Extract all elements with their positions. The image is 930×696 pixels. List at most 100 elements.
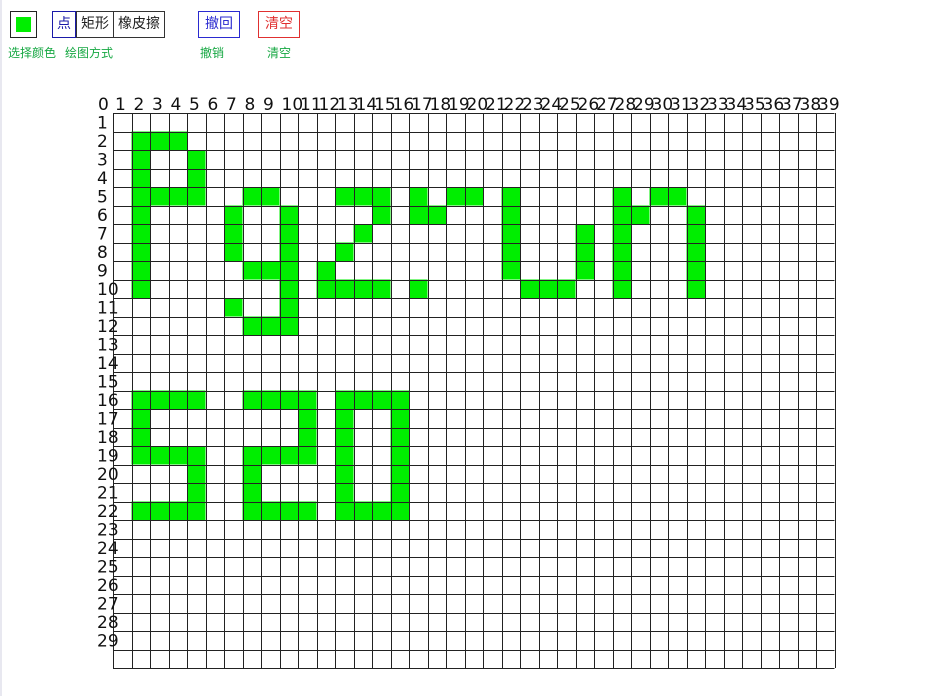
grid-cell-filled[interactable] bbox=[279, 390, 299, 410]
grid-cell-filled[interactable] bbox=[575, 224, 595, 243]
grid-cell-filled[interactable] bbox=[261, 187, 280, 206]
grid-cell-filled[interactable] bbox=[224, 224, 243, 243]
grid-cell-filled[interactable] bbox=[353, 279, 373, 299]
grid-cell-filled[interactable] bbox=[150, 501, 169, 521]
grid-cell-filled[interactable] bbox=[168, 501, 188, 521]
grid-cell-filled[interactable] bbox=[501, 242, 521, 262]
grid-cell-filled[interactable] bbox=[427, 205, 447, 225]
grid-cell-filled[interactable] bbox=[131, 168, 151, 188]
grid-cell-filled[interactable] bbox=[131, 279, 151, 299]
grid-cell-filled[interactable] bbox=[612, 224, 632, 243]
grid-cell-filled[interactable] bbox=[242, 390, 262, 410]
grid-cell-filled[interactable] bbox=[242, 261, 262, 280]
grid-cell-filled[interactable] bbox=[187, 464, 206, 484]
grid-cell-filled[interactable] bbox=[538, 279, 558, 299]
grid-cell-filled[interactable] bbox=[187, 446, 206, 465]
grid-cell-filled[interactable] bbox=[390, 427, 410, 447]
grid-cell-filled[interactable] bbox=[150, 131, 169, 151]
grid-cell-filled[interactable] bbox=[187, 501, 206, 521]
grid-cell-filled[interactable] bbox=[279, 205, 299, 225]
grid-cell-filled[interactable] bbox=[187, 168, 206, 188]
grid-cell-filled[interactable] bbox=[131, 427, 151, 447]
grid-cell-filled[interactable] bbox=[187, 187, 206, 206]
grid-cell-filled[interactable] bbox=[335, 483, 354, 502]
grid-cell-filled[interactable] bbox=[390, 483, 410, 502]
grid-cell-filled[interactable] bbox=[335, 427, 354, 447]
grid-cell-filled[interactable] bbox=[372, 279, 391, 299]
grid-cell-filled[interactable] bbox=[150, 390, 169, 410]
grid-cell-filled[interactable] bbox=[335, 279, 354, 299]
grid-cell-filled[interactable] bbox=[353, 501, 373, 521]
grid-cell-filled[interactable] bbox=[335, 409, 354, 428]
grid-cell-filled[interactable] bbox=[686, 279, 706, 299]
grid-cell-filled[interactable] bbox=[335, 242, 354, 262]
grid-cell-filled[interactable] bbox=[409, 187, 428, 206]
grid-cell-filled[interactable] bbox=[131, 409, 151, 428]
grid-cell-filled[interactable] bbox=[187, 390, 206, 410]
grid-cell-filled[interactable] bbox=[501, 261, 521, 280]
grid-cell-filled[interactable] bbox=[242, 501, 262, 521]
grid-cell-filled[interactable] bbox=[686, 261, 706, 280]
grid-cell-filled[interactable] bbox=[279, 279, 299, 299]
grid-cell-filled[interactable] bbox=[261, 261, 280, 280]
grid-cell-filled[interactable] bbox=[279, 224, 299, 243]
grid-cell-filled[interactable] bbox=[316, 279, 336, 299]
grid-cell-filled[interactable] bbox=[631, 205, 650, 225]
grid-cell-filled[interactable] bbox=[686, 205, 706, 225]
grid-cell-filled[interactable] bbox=[224, 205, 243, 225]
grid-cell-filled[interactable] bbox=[353, 224, 373, 243]
grid-cell-filled[interactable] bbox=[261, 446, 280, 465]
grid-cell-filled[interactable] bbox=[390, 501, 410, 521]
grid-cell-filled[interactable] bbox=[168, 446, 188, 465]
grid-cell-filled[interactable] bbox=[575, 261, 595, 280]
grid-cell-filled[interactable] bbox=[446, 187, 465, 206]
grid-cell-filled[interactable] bbox=[242, 446, 262, 465]
grid-cell-filled[interactable] bbox=[298, 390, 317, 410]
grid-cell-filled[interactable] bbox=[335, 187, 354, 206]
grid-cell-filled[interactable] bbox=[353, 390, 373, 410]
grid-cell-filled[interactable] bbox=[131, 501, 151, 521]
grid-cell-filled[interactable] bbox=[242, 187, 262, 206]
grid-cell-filled[interactable] bbox=[335, 464, 354, 484]
grid-cell-filled[interactable] bbox=[612, 279, 632, 299]
grid-cell-filled[interactable] bbox=[131, 261, 151, 280]
grid-cell-filled[interactable] bbox=[612, 242, 632, 262]
pixel-grid-canvas[interactable]: 0 1 2 3 4 5 6 7 8 9 101112131415161718192021222324… bbox=[0, 0, 930, 696]
grid-cell-filled[interactable] bbox=[261, 316, 280, 336]
grid-cell-filled[interactable] bbox=[520, 279, 539, 299]
grid-cell-filled[interactable] bbox=[372, 205, 391, 225]
grid-cell-filled[interactable] bbox=[261, 390, 280, 410]
grid-cell-filled[interactable] bbox=[501, 187, 521, 206]
grid-cell-filled[interactable] bbox=[224, 298, 243, 317]
grid-cell-filled[interactable] bbox=[242, 464, 262, 484]
grid-cell-filled[interactable] bbox=[242, 316, 262, 336]
grid-cell-filled[interactable] bbox=[168, 390, 188, 410]
grid-cell-filled[interactable] bbox=[409, 279, 428, 299]
grid-cell-filled[interactable] bbox=[187, 150, 206, 169]
grid-cell-filled[interactable] bbox=[372, 390, 391, 410]
grid-cell-filled[interactable] bbox=[279, 446, 299, 465]
grid-cell-filled[interactable] bbox=[279, 242, 299, 262]
grid-cell-filled[interactable] bbox=[686, 224, 706, 243]
grid-cell-filled[interactable] bbox=[131, 242, 151, 262]
grid-cell-filled[interactable] bbox=[575, 242, 595, 262]
grid-cell-filled[interactable] bbox=[150, 446, 169, 465]
grid-cell-filled[interactable] bbox=[353, 187, 373, 206]
grid-cell-filled[interactable] bbox=[390, 390, 410, 410]
grid-cell-filled[interactable] bbox=[279, 261, 299, 280]
grid-cell-filled[interactable] bbox=[501, 224, 521, 243]
grid-cell-filled[interactable] bbox=[131, 224, 151, 243]
grid-cell-filled[interactable] bbox=[131, 390, 151, 410]
grid-cell-filled[interactable] bbox=[612, 261, 632, 280]
grid-cell-filled[interactable] bbox=[279, 316, 299, 336]
grid-cell-filled[interactable] bbox=[372, 187, 391, 206]
grid-cell-filled[interactable] bbox=[187, 483, 206, 502]
grid-cell-filled[interactable] bbox=[131, 446, 151, 465]
grid-cell-filled[interactable] bbox=[464, 187, 484, 206]
grid-cell-filled[interactable] bbox=[168, 187, 188, 206]
grid-cell-filled[interactable] bbox=[150, 187, 169, 206]
grid-cell-filled[interactable] bbox=[131, 150, 151, 169]
grid-cell-filled[interactable] bbox=[298, 501, 317, 521]
grid-cell-filled[interactable] bbox=[131, 187, 151, 206]
grid-cell-filled[interactable] bbox=[501, 205, 521, 225]
